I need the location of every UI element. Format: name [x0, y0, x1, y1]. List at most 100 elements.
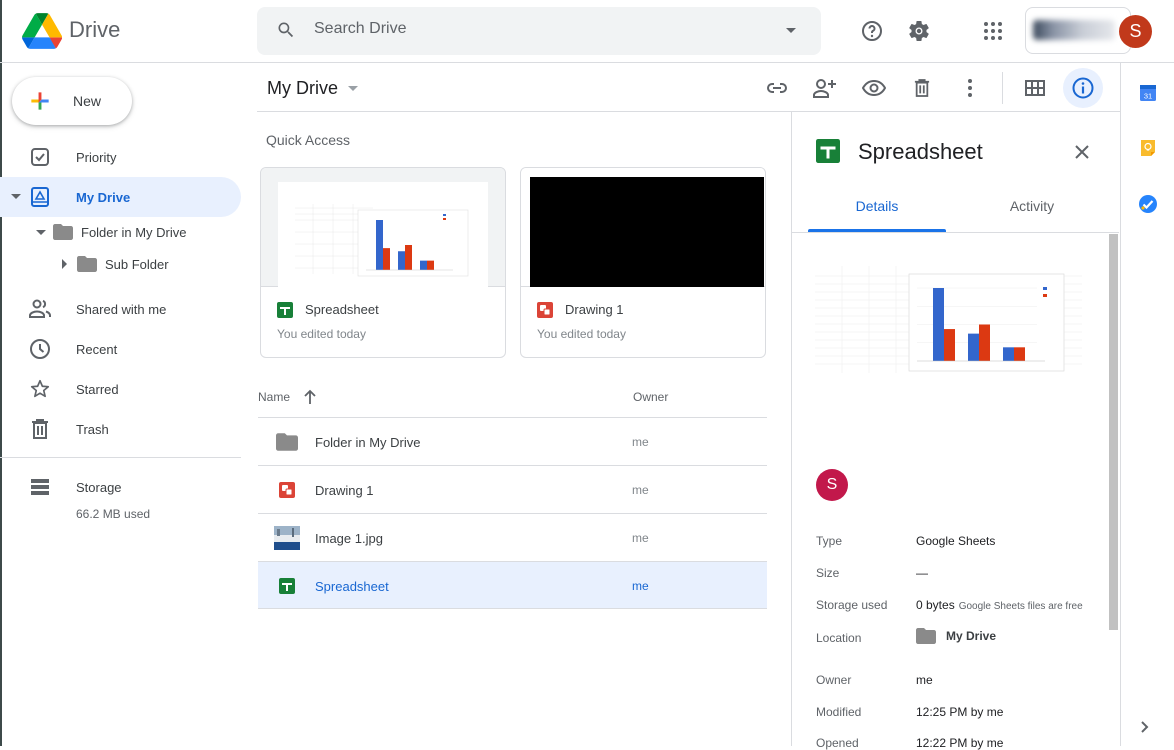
- apps-button[interactable]: [973, 11, 1013, 51]
- account-avatar[interactable]: S: [1119, 15, 1152, 48]
- my-drive-icon: [28, 185, 52, 209]
- column-header-owner[interactable]: Owner: [633, 390, 668, 404]
- drive-logo-icon[interactable]: [22, 13, 62, 49]
- sidebar-item-starred[interactable]: Starred: [0, 369, 241, 409]
- detail-value-owner: me: [916, 673, 933, 687]
- more-actions-button[interactable]: [950, 68, 990, 108]
- expand-caret-icon[interactable]: [62, 259, 67, 269]
- account-name-redacted: [1033, 20, 1115, 40]
- eye-icon: [862, 80, 886, 96]
- detail-value-type: Google Sheets: [916, 534, 996, 548]
- quick-access-card-spreadsheet[interactable]: Spreadsheet You edited today: [260, 167, 506, 358]
- file-preview[interactable]: [815, 266, 1082, 373]
- chart-bar-product-1-tuesday: [398, 251, 405, 270]
- settings-button[interactable]: [899, 11, 939, 51]
- page-title[interactable]: My Drive: [267, 78, 338, 99]
- chart-bar-product-1-monday: [376, 220, 383, 270]
- column-header-name[interactable]: Name: [258, 390, 290, 404]
- tree-item-folder-in-my-drive[interactable]: Folder in My Drive: [36, 218, 186, 246]
- card-subtitle: You edited today: [537, 327, 626, 341]
- details-info-button[interactable]: [1063, 68, 1103, 108]
- image-thumbnail-icon: [274, 526, 300, 550]
- folder-icon: [77, 256, 97, 272]
- calendar-icon[interactable]: 31: [1138, 83, 1158, 103]
- more-vertical-icon: [968, 79, 972, 97]
- owner-avatar[interactable]: S: [816, 469, 848, 501]
- sidebar-item-recent[interactable]: Recent: [0, 329, 241, 369]
- chevron-right-icon[interactable]: [1140, 720, 1150, 734]
- search-icon[interactable]: [276, 20, 296, 40]
- detail-label-location: Location: [816, 631, 862, 645]
- keep-icon[interactable]: [1138, 138, 1158, 158]
- title-menu-caret-icon[interactable]: [348, 86, 358, 91]
- close-icon[interactable]: [1070, 140, 1094, 164]
- mini-sheet-chart: [295, 204, 469, 277]
- chart-bar-product-1-tuesday: [968, 333, 979, 361]
- tree-item-sub-folder[interactable]: Sub Folder: [62, 250, 169, 278]
- file-owner: me: [632, 435, 649, 449]
- detail-label-owner: Owner: [816, 673, 852, 687]
- grid-view-icon: [1025, 80, 1045, 96]
- chart-bar-product-1-wednesday: [420, 260, 427, 270]
- clock-icon: [28, 337, 52, 361]
- tab-activity[interactable]: Activity: [963, 198, 1101, 214]
- storage-used-text: 66.2 MB used: [76, 507, 151, 521]
- tab-details[interactable]: Details: [808, 198, 946, 214]
- file-row-selected[interactable]: Spreadsheet me: [258, 561, 767, 609]
- quick-access-card-drawing[interactable]: Drawing 1 You edited today: [520, 167, 766, 358]
- drawing-preview: [530, 177, 764, 287]
- tab-divider: [792, 232, 1119, 233]
- storage-icon: [28, 475, 52, 499]
- gear-icon: [909, 20, 929, 41]
- folder-icon: [53, 224, 73, 240]
- file-name: Drawing 1: [315, 483, 374, 498]
- side-apps-rail: [1120, 63, 1174, 746]
- search-input[interactable]: [314, 20, 754, 38]
- sidebar-item-trash[interactable]: Trash: [0, 409, 241, 449]
- sort-ascending-arrow-icon[interactable]: [303, 389, 317, 405]
- chart-bar-product-1-monday: [933, 288, 944, 361]
- sidebar-item-label: Recent: [76, 341, 118, 357]
- folder-icon: [276, 433, 298, 451]
- remove-button[interactable]: [902, 68, 942, 108]
- detail-label-size: Size: [816, 566, 840, 580]
- detail-value-location[interactable]: My Drive: [916, 628, 996, 644]
- file-row[interactable]: Image 1.jpg me: [258, 513, 767, 561]
- collapse-caret-icon[interactable]: [36, 229, 46, 235]
- sidebar-item-label: Starred: [76, 381, 119, 397]
- details-scrollbar-thumb[interactable]: [1109, 234, 1118, 630]
- tasks-icon[interactable]: [1138, 194, 1158, 214]
- card-thumbnail: [521, 168, 765, 287]
- card-subtitle: You edited today: [277, 327, 366, 341]
- preview-button[interactable]: [854, 68, 894, 108]
- file-row[interactable]: Drawing 1 me: [258, 465, 767, 513]
- drawing-icon: [537, 302, 553, 318]
- app-name: Drive: [69, 17, 121, 42]
- detail-label-opened: Opened: [816, 736, 859, 750]
- sheets-icon: [277, 302, 293, 318]
- detail-value-storage-used: 0 bytes Google Sheets files are free: [916, 598, 1083, 612]
- tree-item-label: Folder in My Drive: [81, 224, 187, 240]
- share-button[interactable]: [805, 68, 845, 108]
- trash-icon: [914, 79, 930, 97]
- grid-view-button[interactable]: [1015, 68, 1055, 108]
- file-owner: me: [632, 483, 649, 497]
- file-row[interactable]: Folder in My Drive me: [258, 417, 767, 465]
- card-name: Spreadsheet: [305, 302, 379, 317]
- chart-bar-product-2-wednesday: [427, 260, 434, 270]
- file-name: Spreadsheet: [315, 579, 389, 594]
- collapse-caret-icon[interactable]: [11, 194, 21, 199]
- help-button[interactable]: [852, 11, 892, 51]
- sidebar-item-my-drive[interactable]: My Drive: [0, 177, 241, 217]
- detail-value-size: —: [916, 566, 928, 580]
- search-options-caret-icon[interactable]: [786, 28, 796, 33]
- get-link-button[interactable]: [757, 68, 797, 108]
- help-icon: [862, 21, 882, 41]
- sidebar-item-shared-with-me[interactable]: Shared with me: [0, 289, 241, 329]
- sheets-icon: [279, 578, 295, 594]
- sidebar-item-priority[interactable]: Priority: [0, 137, 241, 177]
- sidebar-item-storage[interactable]: Storage: [0, 467, 241, 507]
- sheets-icon: [816, 139, 840, 163]
- file-name: Image 1.jpg: [315, 531, 383, 546]
- location-link[interactable]: My Drive: [946, 629, 996, 643]
